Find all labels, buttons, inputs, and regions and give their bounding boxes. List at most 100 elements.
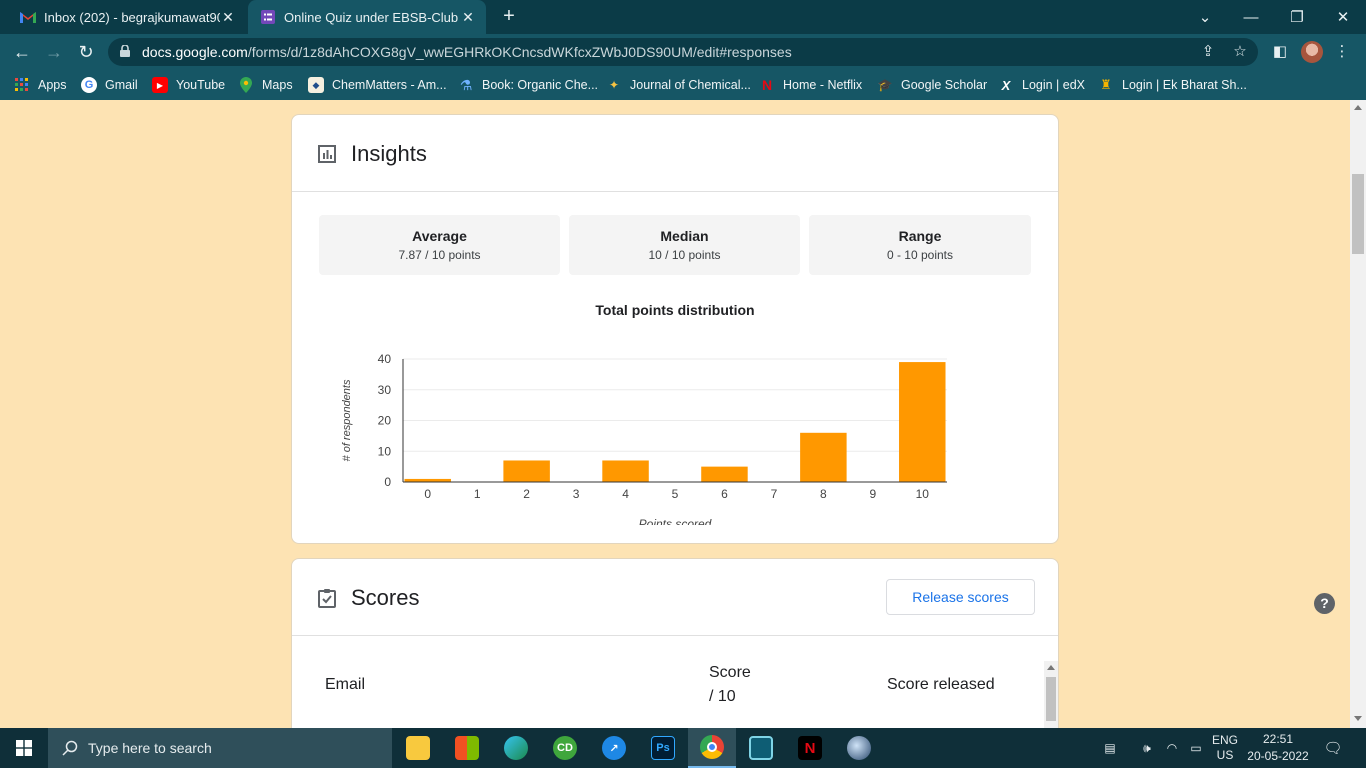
- bookmark-edx[interactable]: X Login | edX: [998, 76, 1085, 94]
- scroll-thumb[interactable]: [1046, 677, 1056, 721]
- stat-range: Range 0 - 10 points: [809, 215, 1031, 275]
- scroll-up-arrow[interactable]: [1354, 105, 1362, 110]
- tab-gmail-inbox[interactable]: Inbox (202) - begrajkumawat90@ ✕: [8, 0, 246, 34]
- volume-icon[interactable]: 🕪: [1134, 728, 1160, 768]
- x-tick-label: 6: [721, 487, 728, 501]
- taskbar-netflix[interactable]: N: [786, 728, 834, 768]
- scholar-icon: 🎓: [877, 78, 893, 92]
- restore-button[interactable]: ❐: [1274, 0, 1320, 34]
- bookmark-journal[interactable]: ✦ Journal of Chemical...: [606, 76, 751, 94]
- y-tick-label: 20: [378, 414, 392, 428]
- column-score[interactable]: Score: [709, 664, 751, 682]
- bookmark-google-scholar[interactable]: 🎓 Google Scholar: [877, 76, 988, 94]
- forward-button[interactable]: →: [42, 40, 66, 64]
- x-tick-label: 0: [424, 487, 431, 501]
- bar-2: [503, 460, 550, 482]
- bookmark-organic-chemistry[interactable]: ⚗ Book: Organic Che...: [458, 76, 598, 94]
- clock[interactable]: 22:51 20-05-2022: [1244, 728, 1312, 768]
- x-tick-label: 3: [573, 487, 580, 501]
- scroll-down-arrow[interactable]: [1354, 716, 1362, 721]
- bookmark-maps[interactable]: Maps: [238, 76, 293, 94]
- bookmark-label: Login | Ek Bharat Sh...: [1122, 78, 1247, 92]
- bookmark-youtube[interactable]: ▶ YouTube: [152, 76, 225, 94]
- column-score-released[interactable]: Score released: [887, 676, 995, 694]
- back-button[interactable]: ←: [10, 40, 34, 64]
- taskbar-photoshop[interactable]: Ps: [639, 728, 687, 768]
- menu-icon[interactable]: ⋮: [1332, 42, 1352, 62]
- input-language-indicator[interactable]: ENG US: [1208, 728, 1242, 768]
- start-button[interactable]: [0, 728, 48, 768]
- youtube-icon: ▶: [152, 77, 168, 93]
- bookmark-ebsb[interactable]: ♜ Login | Ek Bharat Sh...: [1098, 76, 1247, 94]
- close-icon[interactable]: ✕: [220, 9, 236, 26]
- bookmark-star-icon[interactable]: ☆: [1230, 42, 1250, 62]
- scores-title: Scores: [351, 585, 420, 610]
- battery-icon[interactable]: ▭: [1184, 728, 1208, 768]
- bookmark-label: YouTube: [176, 78, 226, 92]
- language-code: ENG: [1211, 733, 1238, 747]
- x-tick-label: 1: [474, 487, 481, 501]
- scores-scrollbar[interactable]: [1044, 661, 1058, 728]
- stat-median: Median 10 / 10 points: [569, 215, 800, 275]
- chemmatters-icon: ◆: [308, 77, 324, 93]
- taskbar-app[interactable]: [737, 728, 785, 768]
- address-bar[interactable]: docs.google.com/forms/d/1z8dAhCOXG8gV_ww…: [108, 38, 1258, 66]
- windows-logo-icon: [16, 740, 32, 756]
- tab-title: Online Quiz under EBSB-Club Ma: [284, 9, 460, 25]
- bookmark-label: Apps: [38, 78, 67, 92]
- page-scrollbar[interactable]: [1350, 100, 1366, 728]
- netflix-icon: N: [761, 77, 773, 93]
- stat-label: Range: [898, 228, 942, 244]
- bookmark-chemmatters[interactable]: ◆ ChemMatters - Am...: [308, 76, 447, 94]
- column-email[interactable]: Email: [325, 676, 365, 694]
- taskbar-search-box[interactable]: Type here to search: [48, 728, 392, 768]
- y-tick-label: 0: [384, 475, 391, 489]
- notifications-icon[interactable]: 🗨: [1318, 728, 1348, 768]
- avatar[interactable]: [1301, 41, 1323, 63]
- bookmark-label: Gmail: [105, 78, 138, 92]
- stat-value: 10 / 10 points: [648, 248, 721, 262]
- app-icon: [749, 736, 773, 760]
- tab-search-icon[interactable]: ⌄: [1182, 0, 1228, 34]
- help-button[interactable]: ?: [1314, 593, 1335, 614]
- reload-button[interactable]: ↻: [74, 40, 98, 64]
- taskbar-safari[interactable]: ↗: [590, 728, 638, 768]
- stat-label: Average: [412, 228, 467, 244]
- release-scores-button[interactable]: Release scores: [886, 579, 1035, 615]
- taskbar-file-explorer[interactable]: [394, 728, 442, 768]
- taskbar-browser[interactable]: [835, 728, 883, 768]
- bookmark-label: Journal of Chemical...: [630, 78, 751, 92]
- minimize-button[interactable]: —: [1228, 0, 1274, 34]
- search-placeholder: Type here to search: [88, 740, 212, 756]
- scroll-up-arrow[interactable]: [1047, 665, 1055, 670]
- side-panel-icon[interactable]: ◧: [1270, 42, 1290, 62]
- new-tab-button[interactable]: +: [498, 5, 520, 27]
- share-icon[interactable]: ⇪: [1198, 42, 1218, 62]
- taskbar-coreldraw[interactable]: CD: [541, 728, 589, 768]
- wifi-icon[interactable]: ◠: [1160, 728, 1184, 768]
- close-icon[interactable]: ✕: [460, 9, 476, 26]
- meet-now-icon[interactable]: ▤: [1096, 728, 1124, 768]
- stat-label: Median: [660, 228, 709, 244]
- bookmark-apps[interactable]: Apps: [14, 76, 67, 94]
- bar-10: [899, 362, 946, 482]
- scores-header: Scores Release scores: [292, 559, 1058, 636]
- x-tick-label: 7: [771, 487, 778, 501]
- ebsb-icon: ♜: [1100, 77, 1112, 92]
- url-text: docs.google.com/forms/d/1z8dAhCOXG8gV_ww…: [142, 44, 792, 60]
- tab-forms-quiz[interactable]: Online Quiz under EBSB-Club Ma ✕: [248, 0, 486, 34]
- taskbar-edge[interactable]: [492, 728, 540, 768]
- taskbar-chrome[interactable]: [688, 728, 736, 768]
- taskbar-store[interactable]: [443, 728, 491, 768]
- search-icon: [62, 740, 78, 756]
- browser-toolbar: ← → ↻ docs.google.com/forms/d/1z8dAhCOXG…: [0, 34, 1366, 70]
- forms-icon: [260, 9, 276, 25]
- scroll-thumb[interactable]: [1352, 174, 1364, 254]
- gmail-icon: [20, 9, 36, 25]
- chart-title: Total points distribution: [595, 302, 754, 318]
- bookmark-label: Home - Netflix: [783, 78, 863, 92]
- bookmark-gmail[interactable]: G Gmail: [81, 76, 138, 94]
- close-window-button[interactable]: ✕: [1320, 0, 1366, 34]
- edge-icon: [504, 736, 528, 760]
- bookmark-netflix[interactable]: N Home - Netflix: [759, 76, 862, 94]
